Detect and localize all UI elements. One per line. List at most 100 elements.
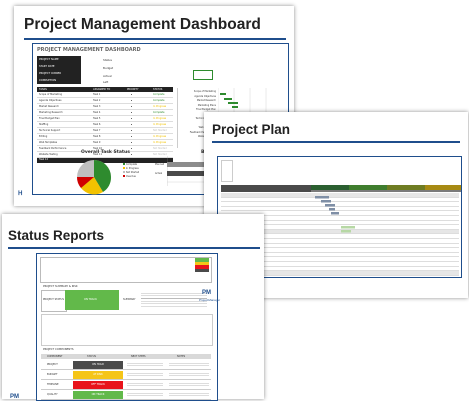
task-assignee: Task 3 bbox=[93, 105, 101, 108]
center-logo: PM bbox=[202, 290, 211, 296]
pie-title: Overall Task Status bbox=[81, 150, 130, 155]
task-header-status: STATUS bbox=[153, 87, 163, 91]
info-label-start: START DATE bbox=[39, 65, 55, 68]
info-field-status: Status bbox=[103, 58, 112, 62]
info-field-actual: Actual bbox=[103, 74, 112, 78]
task-assignee: Task 7 bbox=[93, 129, 101, 132]
component-next-steps bbox=[127, 372, 163, 376]
milestones-title: PROJECT COMPONENTS bbox=[43, 348, 74, 351]
component-name: PROJECT bbox=[47, 363, 58, 366]
task-name: Marketing Research bbox=[39, 111, 63, 114]
task-name: Feedback Performance bbox=[39, 147, 67, 150]
info-field-budget: Budget bbox=[103, 66, 114, 70]
priority-dot bbox=[131, 105, 133, 107]
pie-legend: Complete In Progress Not Started Overdue bbox=[123, 162, 139, 178]
task-status: Not Started bbox=[153, 153, 167, 156]
task-status: In Progress bbox=[153, 117, 167, 120]
status-sheet: PROJECT SUMMARY & RISK PROJECT STATUS ON… bbox=[36, 253, 218, 401]
priority-dot bbox=[131, 147, 133, 149]
components-header-status: STATUS bbox=[87, 355, 96, 358]
status-reports-card[interactable]: Status Reports PROJECT SUMMARY & RISK PR… bbox=[2, 214, 264, 401]
components-header-row bbox=[41, 354, 211, 359]
task-assignee: Task 9 bbox=[93, 141, 101, 144]
component-next-steps bbox=[127, 362, 163, 366]
task-status: In Progress bbox=[153, 135, 167, 138]
task-status: Complete bbox=[153, 93, 165, 96]
task-status: Not Started bbox=[153, 129, 167, 132]
plan-date-strip bbox=[311, 190, 461, 192]
task-assignee: Task 5 bbox=[93, 117, 101, 120]
info-label-owner: PROJECT OWNER bbox=[39, 72, 62, 75]
task-header-assigned: ASSIGNED TO bbox=[93, 87, 111, 91]
priority-dot bbox=[131, 135, 133, 137]
summary-label: SUMMARY bbox=[123, 298, 136, 301]
component-status: ON TRACK bbox=[73, 390, 123, 399]
component-notes bbox=[169, 382, 209, 386]
pie-legend-complete: Complete bbox=[126, 162, 138, 166]
task-status: In Progress bbox=[153, 123, 167, 126]
info-label-completion: COMPLETION bbox=[39, 79, 57, 82]
project-plan-heading-rule bbox=[212, 141, 460, 143]
center-logo-sub: ProjectManager bbox=[199, 298, 221, 302]
priority-dot bbox=[131, 123, 133, 125]
status-notes-area bbox=[41, 314, 213, 346]
priority-dot bbox=[131, 141, 133, 143]
budget-row-planned: Planned bbox=[155, 163, 165, 166]
task-name: Staffing bbox=[39, 123, 49, 126]
project-status-label: PROJECT STATUS bbox=[43, 298, 64, 301]
component-status: OFF TRACK bbox=[73, 380, 123, 389]
task-status: Not Started bbox=[153, 147, 167, 150]
component-row[interactable]: BUDGET AT RISK bbox=[41, 370, 211, 380]
components-header-notes: NOTES bbox=[177, 355, 186, 358]
task-name: Final Budget Plan bbox=[39, 117, 60, 120]
project-status-label-cell bbox=[41, 290, 67, 312]
pie-legend-overdue: Overdue bbox=[126, 174, 136, 178]
component-row[interactable]: PROJECT ON HOLD bbox=[41, 360, 211, 370]
task-assignee: Task 1 bbox=[93, 93, 101, 96]
task-name: Market Research bbox=[39, 105, 59, 108]
task-header-tasks: TASKS bbox=[39, 87, 47, 91]
task-assignee: Task 2 bbox=[93, 99, 101, 102]
component-name: TIMELINE bbox=[47, 383, 59, 386]
pie-chart bbox=[76, 160, 112, 195]
dashboard-logo-icon: ᕼ bbox=[18, 191, 23, 197]
info-label-name: PROJECT NAME bbox=[39, 58, 59, 61]
component-rows: PROJECT ON HOLD BUDGET AT RISK TIMELINE OFF T… bbox=[41, 360, 211, 400]
task-name: Web Templates bbox=[39, 141, 58, 144]
component-next-steps bbox=[127, 392, 163, 396]
pie-legend-in-progress: In Progress bbox=[126, 166, 139, 170]
plan-header-dark bbox=[221, 185, 311, 192]
task-status: In Progress bbox=[153, 141, 167, 144]
component-status: AT RISK bbox=[73, 370, 123, 379]
priority-dot bbox=[131, 129, 133, 131]
summary-text-block bbox=[141, 291, 207, 307]
project-plan-heading: Project Plan bbox=[212, 122, 291, 137]
task-status: In Progress bbox=[153, 105, 167, 108]
task-name: Website Testing bbox=[39, 153, 58, 156]
pie-legend-not-started: Not Started bbox=[126, 170, 140, 174]
priority-dot bbox=[131, 93, 133, 95]
status-risk-key bbox=[195, 258, 209, 272]
component-next-steps bbox=[127, 382, 163, 386]
status-reports-heading: Status Reports bbox=[8, 228, 105, 243]
task-header-priority: PRIORITY bbox=[127, 87, 139, 91]
info-field-left: Left bbox=[103, 80, 109, 84]
task-status: Complete bbox=[153, 111, 165, 114]
priority-dot bbox=[131, 153, 133, 155]
task-name: Technical Support bbox=[39, 129, 61, 132]
component-name: BUDGET bbox=[47, 373, 58, 376]
status-reports-heading-rule bbox=[8, 247, 260, 249]
task-name: Agenda Objectives bbox=[39, 99, 62, 102]
priority-dot bbox=[131, 117, 133, 119]
components-header-component: COMPONENT bbox=[47, 355, 63, 358]
component-notes bbox=[169, 362, 209, 366]
components-header-next: NEXT STEPS bbox=[131, 355, 146, 358]
component-row[interactable]: TIMELINE OFF TRACK bbox=[41, 380, 211, 390]
component-status: ON HOLD bbox=[73, 360, 123, 369]
project-status-value: ON TRACK bbox=[84, 298, 97, 301]
completion-box[interactable] bbox=[193, 70, 213, 80]
plan-info-box bbox=[221, 160, 233, 182]
status-reports-logo: PM bbox=[10, 394, 19, 400]
task-assignee: Task 8 bbox=[93, 135, 101, 138]
task-name: Scope of Marketing bbox=[39, 93, 63, 96]
